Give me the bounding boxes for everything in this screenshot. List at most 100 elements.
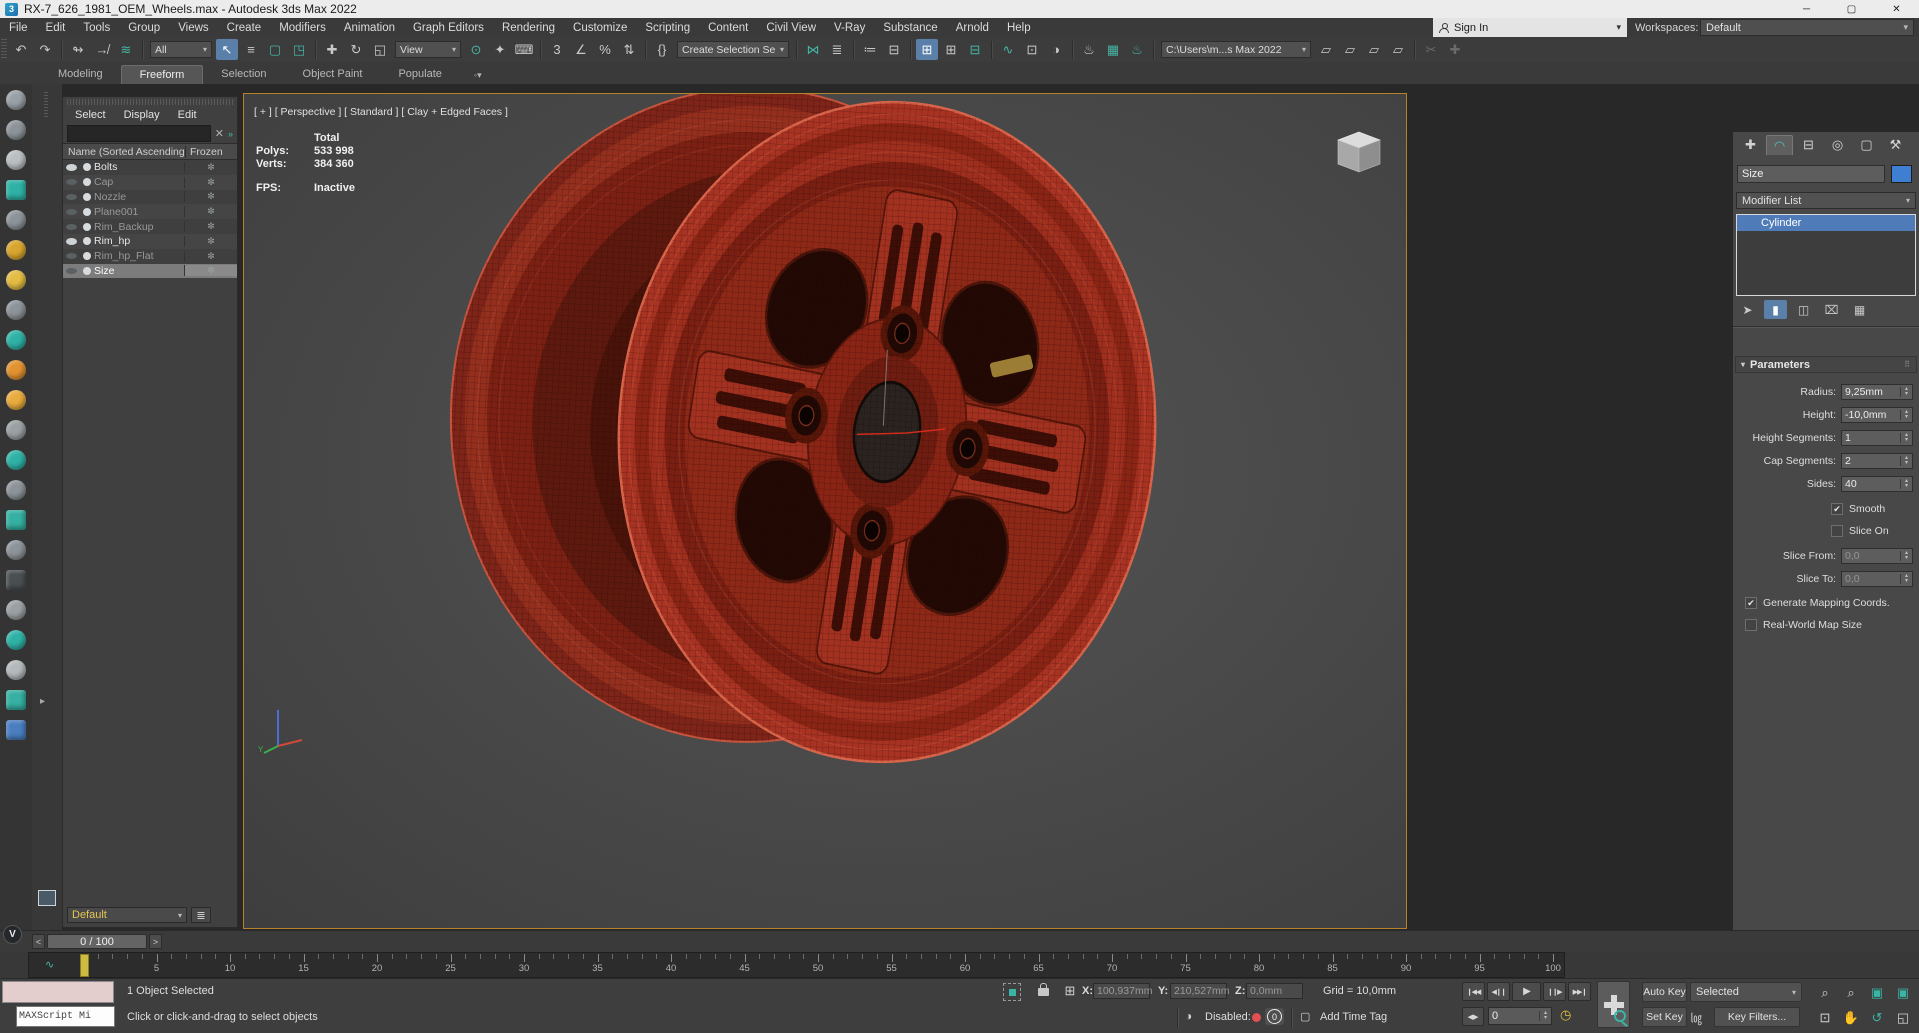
minimize-button[interactable]: ─	[1784, 0, 1829, 18]
toggle-scene-explorer-icon[interactable]: ⊞	[916, 39, 938, 60]
param-field-radius[interactable]: 9,25mm ▴ ▾	[1841, 383, 1913, 400]
spinner-snap-icon[interactable]: ⇅	[618, 39, 640, 60]
explorer-row-size[interactable]: Size ✼	[63, 263, 237, 279]
select-and-link-icon[interactable]: ↬	[67, 39, 89, 60]
menu-substance[interactable]: Substance	[874, 18, 946, 37]
menu-animation[interactable]: Animation	[335, 18, 404, 37]
left-dock-icon-8[interactable]	[6, 300, 26, 320]
explorer-row-nozzle[interactable]: Nozzle ✼	[63, 189, 237, 205]
selection-lock-icon[interactable]	[1038, 983, 1049, 996]
key-mode-toggle[interactable]: ◀▶	[1462, 1007, 1484, 1026]
left-dock-icon-17[interactable]	[6, 570, 26, 590]
frozen-cell[interactable]: ✼	[184, 250, 237, 262]
param-field-cap-segments[interactable]: 2 ▴ ▾	[1841, 452, 1913, 469]
go-to-start-button[interactable]: ❙◀◀	[1462, 982, 1485, 1001]
left-dock-icon-2[interactable]	[6, 120, 26, 140]
checkbox-smooth[interactable]: ✔	[1831, 503, 1843, 515]
spinner-arrows[interactable]: ▴ ▾	[1900, 409, 1912, 420]
maxscript-swatch[interactable]	[2, 981, 114, 1003]
close-button[interactable]: ✕	[1874, 0, 1919, 18]
panel-window-icon-3[interactable]: ▱	[1363, 39, 1385, 60]
align-icon[interactable]: ≣	[826, 39, 848, 60]
menu-modifiers[interactable]: Modifiers	[270, 18, 335, 37]
visibility-toggle[interactable]	[63, 163, 80, 171]
timeline-playhead[interactable]	[80, 954, 89, 977]
select-and-move-icon[interactable]: ✚	[321, 39, 343, 60]
search-input[interactable]	[67, 125, 211, 142]
modifier-list-dropdown[interactable]: Modifier List ▾	[1736, 192, 1916, 209]
wheel-3d-render[interactable]	[244, 94, 1406, 928]
current-frame-field[interactable]: 0 ▴ ▾	[1488, 1007, 1552, 1025]
expand-arrow-icon[interactable]: ▸	[40, 696, 45, 707]
project-folder-field[interactable]: C:\Users\m...s Max 2022 ▾	[1161, 41, 1311, 58]
motion-tab[interactable]: ◎	[1824, 135, 1851, 155]
pin-stack-icon[interactable]: ➤	[1736, 300, 1759, 319]
left-dock-icon-3[interactable]	[6, 150, 26, 170]
next-frame-button[interactable]: ❙❙▶	[1543, 982, 1566, 1001]
z-coordinate-field[interactable]: 0,0mm	[1246, 983, 1303, 999]
select-object-icon[interactable]: ↖	[216, 39, 238, 60]
manage-layers-icon[interactable]: ≔	[859, 39, 881, 60]
track-bar-ruler[interactable]: ∿ 05101520253035404550556065707580859095…	[28, 952, 1565, 978]
menu-file[interactable]: File	[0, 18, 37, 37]
left-dock-icon-22[interactable]	[6, 720, 26, 740]
edit-named-selection-sets-icon[interactable]: {}	[651, 39, 673, 60]
ribbon-tab-modeling[interactable]: Modeling	[40, 65, 121, 84]
explorer-row-plane001[interactable]: Plane001 ✼	[63, 204, 237, 220]
reference-coordinate-system-dropdown[interactable]: View ▾	[395, 41, 461, 58]
frozen-cell[interactable]: ✼	[184, 191, 237, 203]
checkbox-real-world-map-size[interactable]	[1745, 619, 1757, 631]
bind-to-space-warp-icon[interactable]: ≋	[115, 39, 137, 60]
menu-customize[interactable]: Customize	[564, 18, 636, 37]
percent-snap-icon[interactable]: %	[594, 39, 616, 60]
parameters-rollout-header[interactable]: ▾ Parameters ⠿	[1735, 356, 1917, 373]
select-menu[interactable]: Select	[75, 109, 106, 121]
select-and-rotate-icon[interactable]: ↻	[345, 39, 367, 60]
material-editor-icon[interactable]: ◑	[1045, 39, 1067, 60]
ribbon-tab-selection[interactable]: Selection	[203, 65, 284, 84]
modify-tab[interactable]: ◠	[1766, 135, 1793, 155]
utilities-tab[interactable]: ⚒	[1882, 135, 1909, 155]
spinner-arrows[interactable]: ▴ ▾	[1900, 573, 1912, 584]
unlink-selection-icon[interactable]: ↛	[91, 39, 113, 60]
workspace-dropdown[interactable]: Default ▾	[1700, 19, 1914, 36]
play-button[interactable]: ▶	[1512, 982, 1541, 1001]
left-dock-icon-11[interactable]	[6, 390, 26, 410]
maximize-viewport-toggle[interactable]: ◱	[1891, 1007, 1915, 1028]
explorer-row-bolts[interactable]: Bolts ✼	[63, 160, 237, 175]
menu-create[interactable]: Create	[218, 18, 271, 37]
menu-v-ray[interactable]: V-Ray	[825, 18, 874, 37]
menu-views[interactable]: Views	[169, 18, 217, 37]
menu-arnold[interactable]: Arnold	[947, 18, 998, 37]
zoom-all-button[interactable]: ⌕	[1839, 982, 1863, 1003]
more-options-icon[interactable]: »	[228, 129, 233, 139]
modifier-stack[interactable]: Cylinder	[1736, 214, 1916, 296]
frozen-column-header[interactable]: Frozen	[185, 145, 237, 158]
menu-edit[interactable]: Edit	[37, 18, 75, 37]
undo-icon[interactable]: ↶	[10, 39, 32, 60]
spinner-arrows[interactable]: ▴ ▾	[1900, 550, 1912, 561]
keyboard-shortcut-override-icon[interactable]: ⌨	[513, 39, 535, 60]
auto-key-button[interactable]: Auto Key	[1642, 982, 1687, 1002]
left-dock-icon-15[interactable]	[6, 510, 26, 530]
frozen-cell[interactable]: ✼	[184, 221, 237, 233]
ribbon-tab-object-paint[interactable]: Object Paint	[285, 65, 381, 84]
time-configuration-icon[interactable]: ◷	[1560, 1007, 1571, 1023]
explorer-header[interactable]: Name (Sorted Ascending) ▲ Frozen	[63, 143, 237, 160]
left-dock-icon-10[interactable]	[6, 360, 26, 380]
menu-help[interactable]: Help	[998, 18, 1040, 37]
key-filters-button[interactable]: Key Filters...	[1714, 1007, 1800, 1027]
left-dock-icon-4[interactable]	[6, 180, 26, 200]
checkbox-slice-on[interactable]	[1831, 525, 1843, 537]
mirror-icon[interactable]: ⋈	[802, 39, 824, 60]
left-dock-icon-13[interactable]	[6, 450, 26, 470]
schematic-view-icon[interactable]: ⊡	[1021, 39, 1043, 60]
frozen-cell[interactable]: ✼	[184, 161, 237, 173]
panel-grip[interactable]	[44, 92, 48, 118]
add-time-tag[interactable]: Add Time Tag	[1320, 1011, 1387, 1023]
rectangular-selection-region-icon[interactable]: ▢	[264, 39, 286, 60]
go-to-end-button[interactable]: ▶▶❙	[1568, 982, 1591, 1001]
zoom-region-button[interactable]: ⊡	[1813, 1007, 1837, 1028]
selection-filter-dropdown[interactable]: All ▾	[150, 41, 212, 58]
left-dock-icon-6[interactable]	[6, 240, 26, 260]
